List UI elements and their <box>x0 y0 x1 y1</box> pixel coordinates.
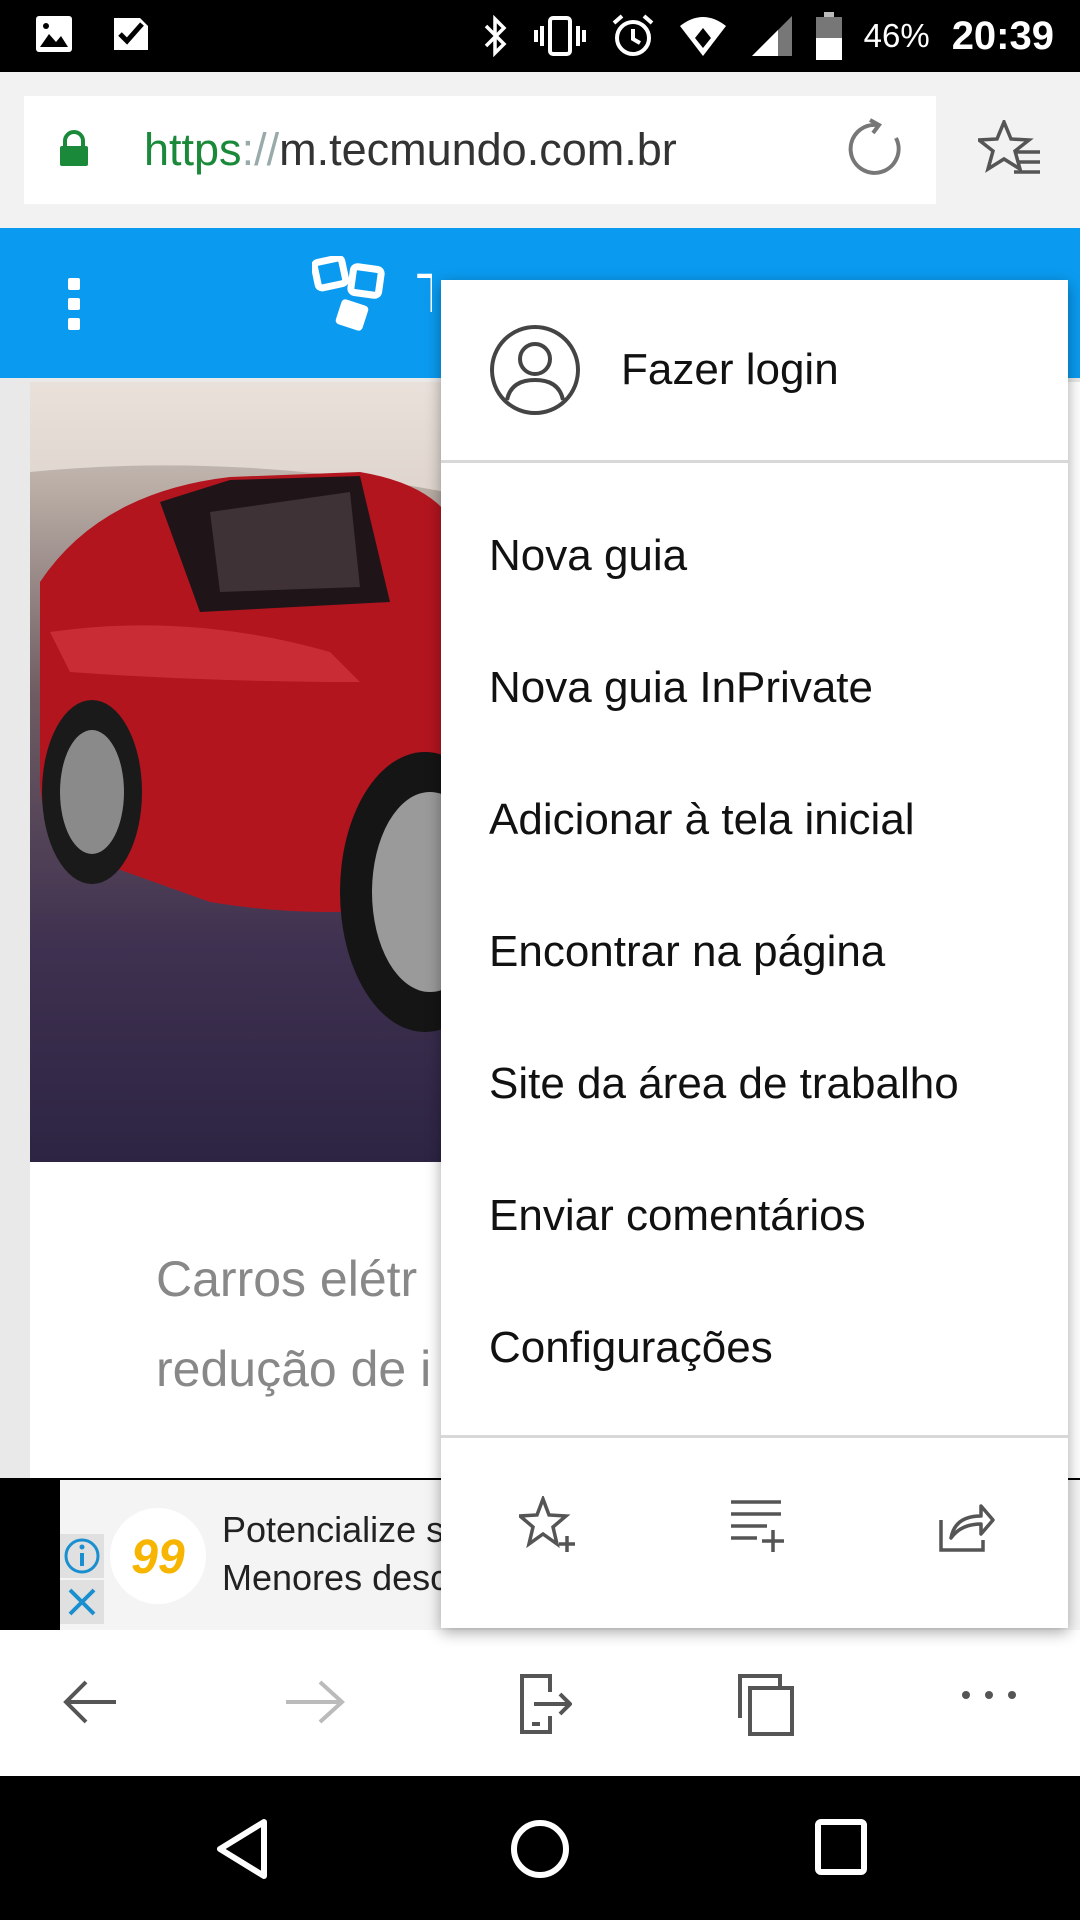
ad-text-line-2: Menores desc <box>222 1557 449 1598</box>
menu-item-settings[interactable]: Configurações <box>441 1282 1068 1414</box>
menu-action-row <box>441 1438 1068 1628</box>
user-avatar-icon <box>490 325 580 415</box>
battery-icon <box>815 12 842 60</box>
ad-logo-text: 99 <box>131 1531 185 1584</box>
nav-recents-icon[interactable] <box>814 1818 868 1876</box>
forward-arrow-icon[interactable] <box>284 1672 346 1732</box>
continue-on-pc-icon[interactable] <box>516 1672 572 1736</box>
menu-item-new-tab[interactable]: Nova guia <box>441 490 1068 622</box>
url-scheme: https <box>144 124 242 175</box>
alarm-icon <box>612 14 653 56</box>
menu-item-label: Enviar comentários <box>489 1191 866 1240</box>
menu-item-desktop-site[interactable]: Site da área de trabalho <box>441 1018 1068 1150</box>
sign-in-item[interactable]: Fazer login <box>441 280 1068 460</box>
menu-item-label: Encontrar na página <box>489 927 886 976</box>
wifi-icon <box>679 17 726 56</box>
status-bar: 46% 20:39 <box>0 0 1080 72</box>
address-bar[interactable]: https://m.tecmundo.com.br <box>24 96 936 204</box>
red-car-image <box>30 382 446 1032</box>
share-icon[interactable] <box>937 1496 995 1554</box>
tabs-icon[interactable] <box>736 1672 796 1736</box>
system-nav-bar <box>0 1776 1080 1920</box>
star-add-icon[interactable] <box>519 1496 577 1554</box>
back-arrow-icon[interactable] <box>62 1672 118 1732</box>
ad-close-button[interactable] <box>60 1580 104 1624</box>
headline-line-2: redução de i <box>156 1341 432 1397</box>
menu-item-label: Adicionar à tela inicial <box>489 795 915 844</box>
info-icon <box>64 1538 100 1574</box>
overflow-menu: Fazer login Nova guia Nova guia InPrivat… <box>441 280 1068 1628</box>
address-bar-area: https://m.tecmundo.com.br <box>0 72 1080 228</box>
menu-item-label: Nova guia <box>489 531 688 580</box>
bluetooth-icon <box>484 14 507 58</box>
ad-text: Potencialize s Menores desc <box>222 1506 448 1602</box>
reading-list-add-icon[interactable] <box>727 1496 785 1554</box>
site-menu-icon[interactable] <box>66 278 82 330</box>
clock: 20:39 <box>951 13 1054 58</box>
close-icon <box>68 1588 96 1616</box>
checkmark-icon <box>114 18 148 50</box>
ad-logo: 99 <box>110 1508 206 1604</box>
site-logo[interactable]: T <box>312 256 432 352</box>
refresh-icon[interactable] <box>846 118 908 180</box>
article-headline[interactable]: Carros elétr redução de i <box>156 1234 431 1414</box>
battery-percent: 46% <box>863 17 930 54</box>
menu-item-label: Configurações <box>489 1323 773 1372</box>
browser-toolbar <box>0 1630 1080 1776</box>
menu-divider <box>441 460 1068 463</box>
menu-item-label: Nova guia InPrivate <box>489 663 873 712</box>
nav-home-icon[interactable] <box>508 1816 572 1882</box>
url-text[interactable]: https://m.tecmundo.com.br <box>144 96 677 204</box>
url-separator: :// <box>241 124 280 175</box>
url-host: m.tecmundo.com.br <box>279 124 677 175</box>
menu-item-new-inprivate-tab[interactable]: Nova guia InPrivate <box>441 622 1068 754</box>
signal-icon <box>751 16 792 56</box>
article-hero-image[interactable] <box>30 382 446 1162</box>
more-icon[interactable] <box>960 1688 1018 1702</box>
ad-text-line-1: Potencialize s <box>222 1509 445 1550</box>
vibrate-icon <box>533 16 586 56</box>
sign-in-label: Fazer login <box>621 345 839 394</box>
svg-text:T: T <box>416 261 432 324</box>
menu-item-find-in-page[interactable]: Encontrar na página <box>441 886 1068 1018</box>
lock-icon <box>60 130 88 166</box>
menu-item-add-to-home[interactable]: Adicionar à tela inicial <box>441 754 1068 886</box>
favorites-list-icon[interactable] <box>978 120 1042 178</box>
image-icon <box>36 16 72 52</box>
menu-item-label: Site da área de trabalho <box>489 1059 959 1108</box>
headline-line-1: Carros elétr <box>156 1251 418 1307</box>
menu-item-send-feedback[interactable]: Enviar comentários <box>441 1150 1068 1282</box>
nav-back-icon[interactable] <box>212 1816 272 1882</box>
ad-info-button[interactable] <box>60 1534 104 1578</box>
